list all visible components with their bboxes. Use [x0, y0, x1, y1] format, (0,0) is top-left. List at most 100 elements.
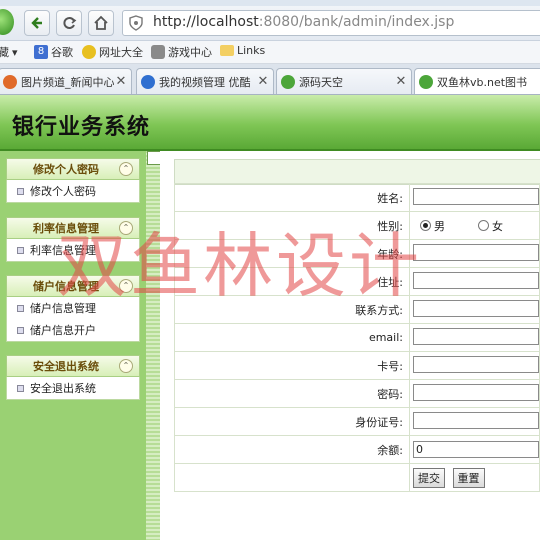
refresh-icon: [63, 17, 77, 29]
game-center-icon: [151, 45, 165, 59]
form-row: email:: [174, 323, 540, 352]
page-icon: [3, 74, 17, 89]
sidebar-item-depositor-manage[interactable]: 储户信息管理: [7, 297, 139, 319]
sidebar-group-change-password[interactable]: 修改个人密码 ⌃: [6, 158, 140, 180]
app-title: 银行业务系统: [12, 115, 151, 140]
form-row: 提交 重置: [174, 463, 540, 492]
form-row: 性别: 男 女: [174, 211, 540, 240]
form-row: 卡号:: [174, 351, 540, 380]
tab-strip: 图片频道_新闻中心 ✕ 我的视频管理 优酷 ✕ 源码天空 ✕ 双鱼林vb.net…: [0, 64, 540, 95]
sidebar-group-body: 修改个人密码: [6, 180, 140, 203]
favorites-item[interactable]: 藏 ▾: [0, 44, 18, 60]
favorites-item-links[interactable]: Links: [220, 44, 265, 57]
bullet-icon: [17, 384, 24, 392]
address-label: 住址:: [174, 267, 410, 296]
gender-female-label: 女: [492, 219, 503, 233]
navigation-bar: http://localhost:8080/bank/admin/index.j…: [0, 6, 540, 41]
url-text: http://localhost:8080/bank/admin/index.j…: [153, 14, 455, 30]
home-button[interactable]: [88, 10, 114, 36]
browser-logo-icon: [0, 9, 14, 35]
sidebar: 修改个人密码 ⌃ 修改个人密码 利率信息管理 ⌃ 利率信息管理 储户信息管理 ⌃…: [0, 151, 146, 540]
collapse-icon[interactable]: ⌃: [119, 279, 133, 293]
form-row: 年龄:: [174, 239, 540, 268]
bullet-icon: [17, 304, 24, 312]
depositor-form: 姓名: 性别: 男 女 年龄: 住址: 联系方式: email: 卡号: 密码:…: [174, 183, 540, 492]
gender-male-label: 男: [434, 219, 445, 233]
password-label: 密码:: [174, 379, 410, 408]
tab-shuangyulin[interactable]: 双鱼林vb.net图书: [414, 68, 540, 94]
sidebar-group-body: 利率信息管理: [6, 239, 140, 262]
close-icon[interactable]: ✕: [394, 74, 408, 89]
age-field[interactable]: [413, 243, 539, 261]
folder-icon: [220, 45, 234, 56]
age-label: 年龄:: [174, 239, 410, 268]
email-field[interactable]: [413, 327, 539, 345]
sidebar-group-depositor-info[interactable]: 储户信息管理 ⌃: [6, 275, 140, 297]
tab-image-news[interactable]: 图片频道_新闻中心 ✕: [0, 68, 132, 94]
balance-field[interactable]: 0: [413, 441, 539, 458]
collapse-icon[interactable]: ⌃: [119, 221, 133, 235]
id-number-field[interactable]: [413, 411, 539, 429]
form-row: 密码:: [174, 379, 540, 408]
shield-icon: [129, 15, 143, 31]
refresh-button[interactable]: [56, 10, 82, 36]
card-number-field[interactable]: [413, 355, 539, 373]
back-arrow-icon: [31, 17, 42, 29]
form-row: 住址:: [174, 267, 540, 296]
sidebar-group-body: 安全退出系统: [6, 377, 140, 400]
tab-source-sky[interactable]: 源码天空 ✕: [276, 68, 412, 94]
dropdown-icon: ▾: [12, 45, 18, 59]
card-number-label: 卡号:: [174, 351, 410, 380]
site-directory-icon: [82, 45, 96, 59]
gender-male-radio[interactable]: [420, 219, 431, 231]
favorites-item-site-directory[interactable]: 网址大全: [82, 44, 143, 60]
sidebar-group-rate-info[interactable]: 利率信息管理 ⌃: [6, 217, 140, 239]
tab-video-manage[interactable]: 我的视频管理 优酷 ✕: [136, 68, 274, 94]
name-label: 姓名:: [174, 183, 410, 212]
contact-field[interactable]: [413, 299, 539, 317]
sidebar-item-logout[interactable]: 安全退出系统: [7, 377, 139, 399]
submit-button[interactable]: 提交: [413, 467, 445, 488]
sidebar-item-rate-info[interactable]: 利率信息管理: [7, 239, 139, 261]
sidebar-item-change-password[interactable]: 修改个人密码: [7, 180, 139, 202]
form-header-bar: [174, 159, 540, 185]
password-field[interactable]: [413, 383, 539, 401]
bullet-icon: [17, 326, 24, 334]
address-field[interactable]: [413, 271, 539, 289]
collapse-icon[interactable]: ⌃: [119, 359, 133, 373]
sidebar-item-depositor-open-account[interactable]: 储户信息开户: [7, 319, 139, 341]
form-row: 身份证号:: [174, 407, 540, 436]
sidebar-splitter[interactable]: [146, 151, 160, 540]
bullet-icon: [17, 187, 24, 195]
name-field[interactable]: [413, 187, 539, 205]
bullet-icon: [17, 246, 24, 254]
address-bar[interactable]: http://localhost:8080/bank/admin/index.j…: [122, 10, 540, 36]
page-icon: [419, 74, 433, 89]
splitter-handle[interactable]: [147, 151, 161, 165]
sidebar-group-body: 储户信息管理 储户信息开户: [6, 297, 140, 342]
id-number-label: 身份证号:: [174, 407, 410, 436]
favorites-item-google[interactable]: 8 谷歌: [34, 44, 73, 60]
close-icon[interactable]: ✕: [114, 74, 128, 89]
favorites-item-game-center[interactable]: 游戏中心: [151, 44, 212, 60]
gender-female-radio[interactable]: [478, 219, 489, 231]
collapse-icon[interactable]: ⌃: [119, 162, 133, 176]
video-icon: [141, 74, 155, 89]
back-button[interactable]: [24, 10, 50, 36]
balance-label: 余额:: [174, 435, 410, 464]
gender-label: 性别:: [174, 211, 410, 240]
main-content: 姓名: 性别: 男 女 年龄: 住址: 联系方式: email: 卡号: 密码:…: [160, 151, 540, 540]
home-icon: [94, 15, 108, 30]
reset-button[interactable]: 重置: [452, 467, 485, 488]
sidebar-group-logout[interactable]: 安全退出系统 ⌃: [6, 355, 140, 377]
google-icon: 8: [34, 45, 48, 59]
page-icon: [281, 74, 295, 89]
form-row: 姓名:: [174, 183, 540, 212]
close-icon[interactable]: ✕: [256, 74, 270, 89]
app-header: 银行业务系统: [0, 95, 540, 151]
contact-label: 联系方式:: [174, 295, 410, 324]
form-row: 余额: 0: [174, 435, 540, 464]
favorites-bar: 藏 ▾ 8 谷歌 网址大全 游戏中心 Links: [0, 41, 540, 64]
form-row: 联系方式:: [174, 295, 540, 324]
email-label: email:: [174, 323, 410, 352]
